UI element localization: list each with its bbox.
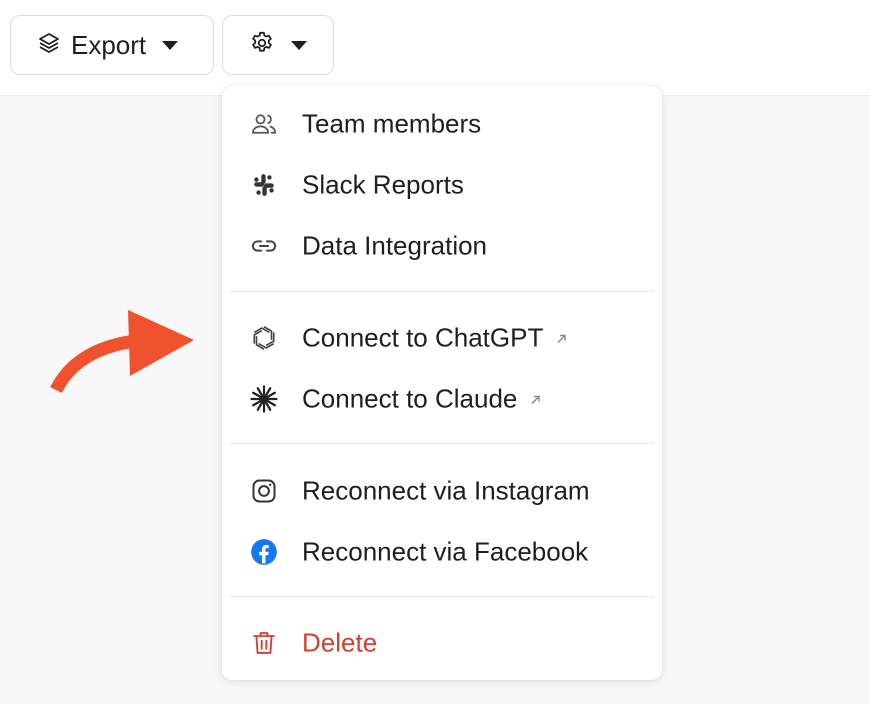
facebook-icon [248,536,280,568]
menu-item-label: Team members [302,108,482,139]
menu-item-label: Connect to Claude [302,384,543,415]
menu-item-text: Connect to ChatGPT [302,322,544,353]
menu-item-data-integration[interactable]: Data Integration [222,218,662,274]
gear-icon [249,30,275,61]
instagram-icon [248,475,280,507]
menu-item-label: Reconnect via Instagram [302,475,590,506]
menu-item-text: Connect to Claude [302,383,518,414]
menu-item-label: Data Integration [302,230,488,261]
external-link-icon [557,334,567,343]
chevron-down-icon [291,40,307,50]
menu-item-connect-claude[interactable]: Connect to Claude [222,371,662,427]
menu-item-connect-chatgpt[interactable]: Connect to ChatGPT [222,310,662,366]
external-link-icon [531,395,541,404]
users-icon [248,108,280,140]
settings-button[interactable] [222,15,334,75]
chatgpt-icon [248,322,280,354]
menu-item-slack-reports[interactable]: Slack Reports [222,157,662,213]
menu-item-team-members[interactable]: Team members [222,96,662,152]
settings-dropdown-menu: Team members Slack Reports Data Integrat… [222,86,662,680]
trash-icon [248,627,280,659]
layers-icon [37,31,61,60]
export-label: Export [71,29,147,60]
slack-icon [248,169,280,201]
menu-item-label: Slack Reports [302,169,464,200]
menu-item-label: Connect to ChatGPT [302,323,569,354]
menu-divider [230,291,654,292]
toolbar: Export [0,0,870,96]
menu-divider [230,596,654,597]
annotation-arrow [50,310,194,394]
menu-item-reconnect-instagram[interactable]: Reconnect via Instagram [222,463,662,519]
export-button[interactable]: Export [10,15,214,75]
menu-divider [230,443,654,444]
menu-item-label: Delete [302,627,378,658]
claude-icon [248,383,280,415]
link-icon [248,230,280,262]
menu-item-reconnect-facebook[interactable]: Reconnect via Facebook [222,524,662,580]
chevron-down-icon [162,40,179,50]
menu-item-delete[interactable]: Delete [222,615,662,671]
menu-item-label: Reconnect via Facebook [302,536,589,567]
